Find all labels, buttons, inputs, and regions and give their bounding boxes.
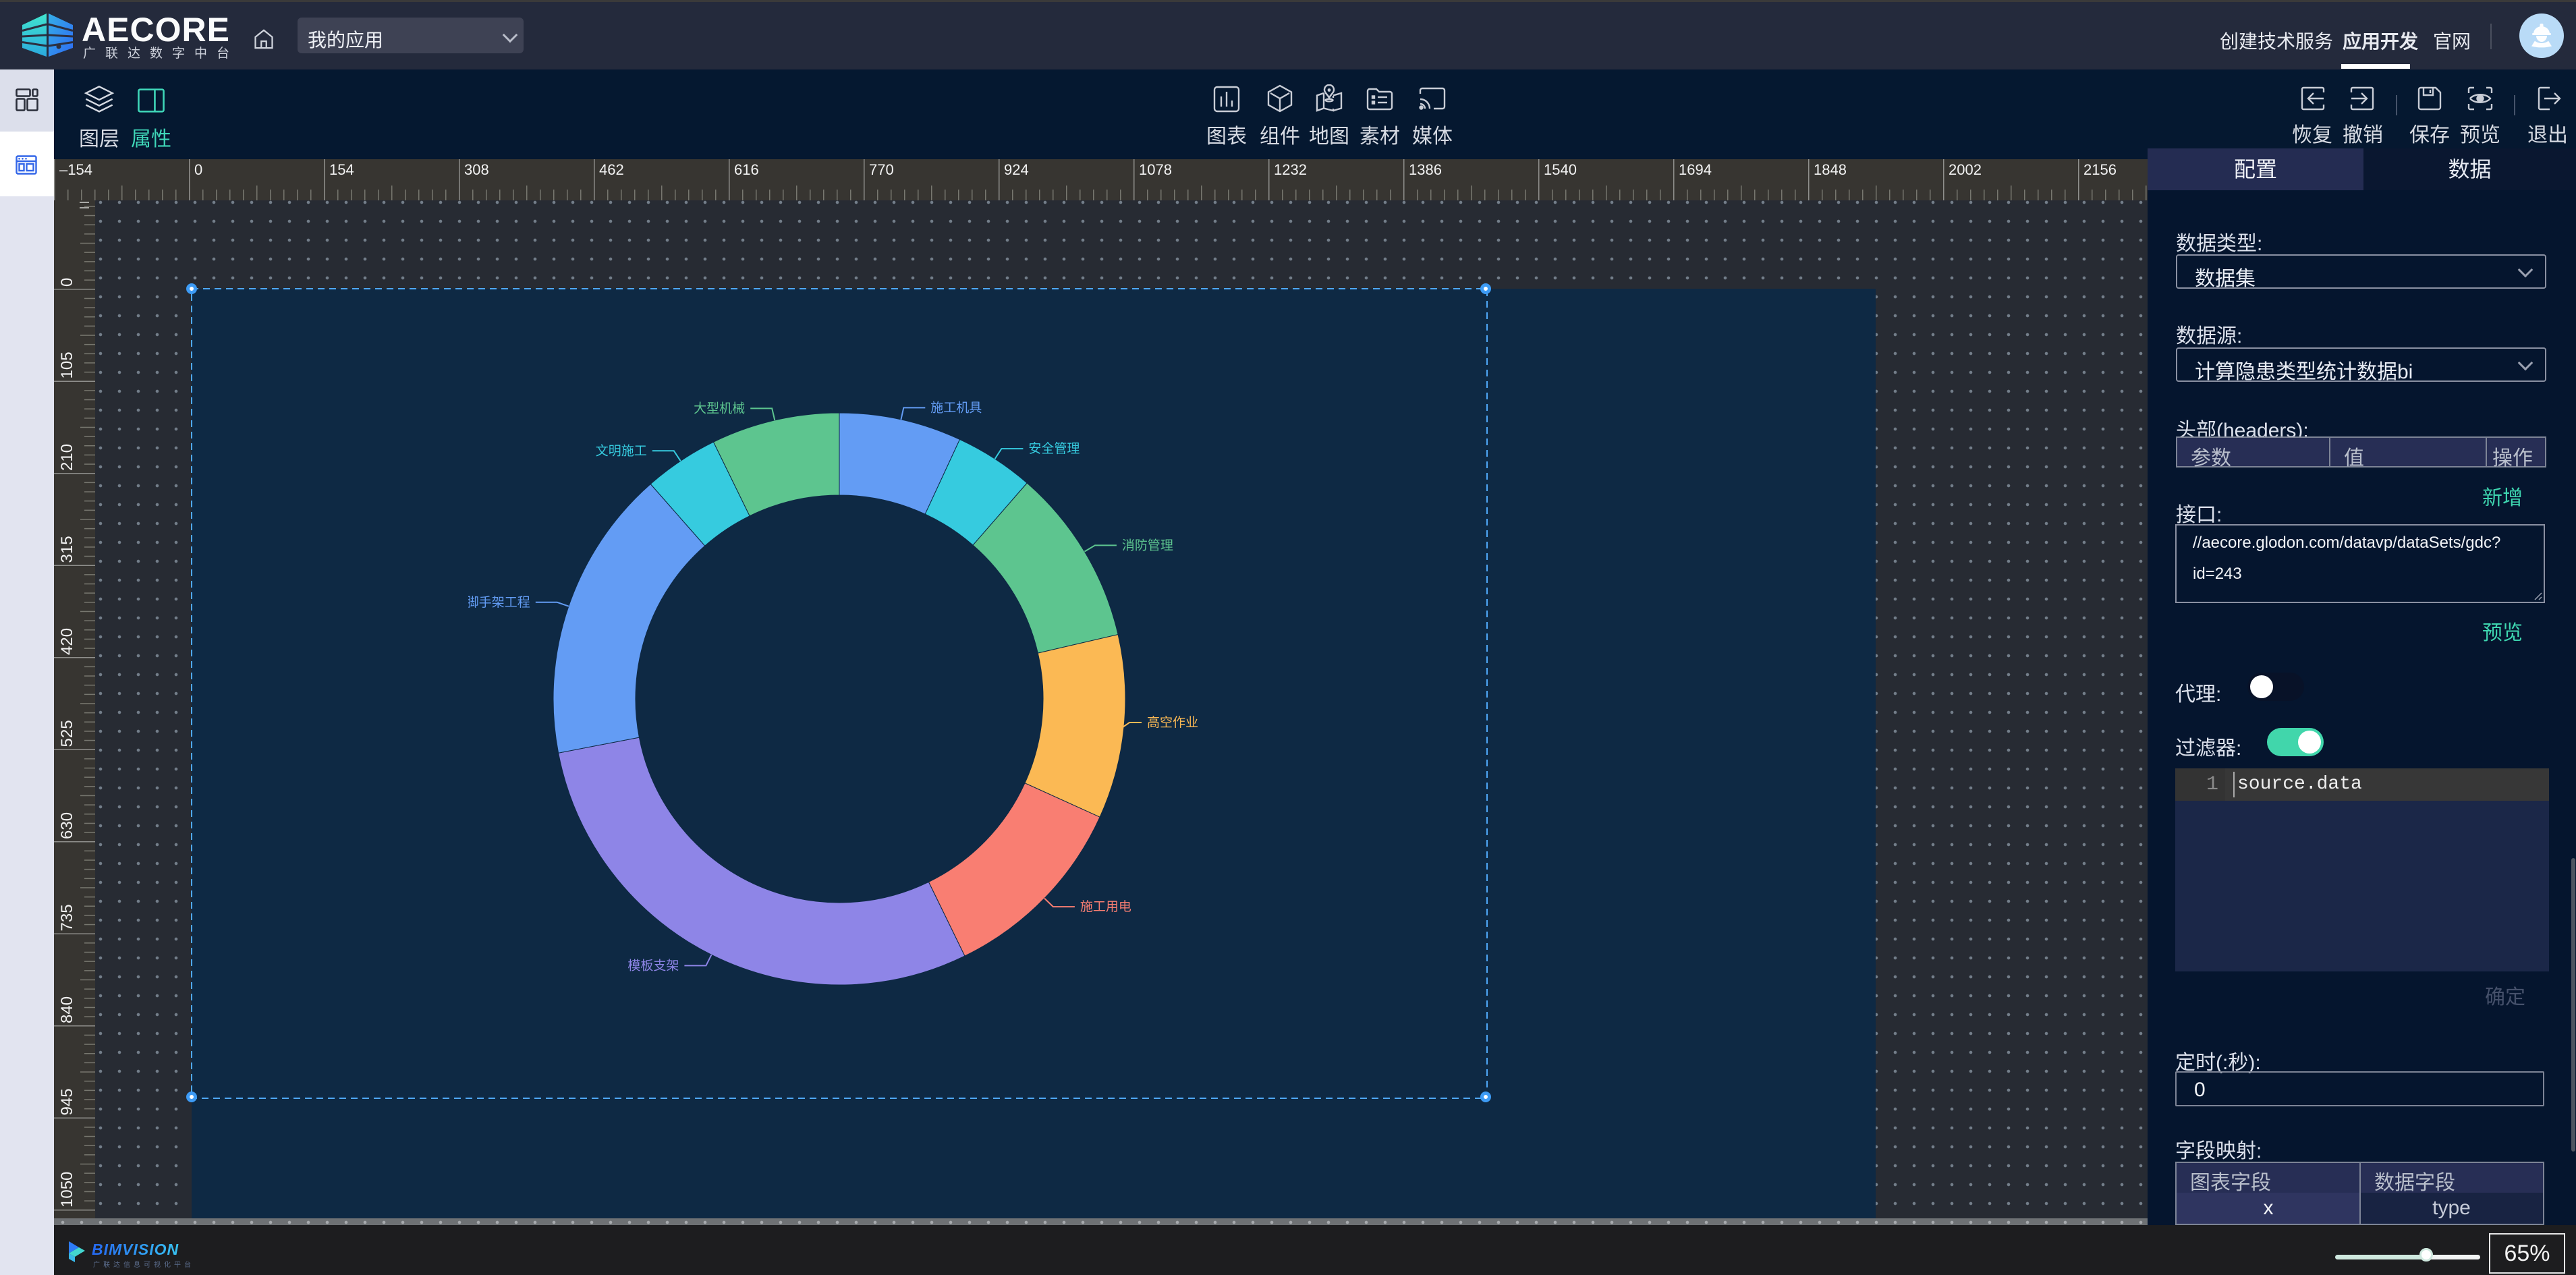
svg-text:105: 105 [58,351,76,378]
svg-text:1386: 1386 [1409,161,1442,178]
svg-text:1694: 1694 [1679,161,1712,178]
svg-text:210: 210 [58,444,76,471]
svg-text:525: 525 [58,720,76,747]
svg-text:1050: 1050 [58,1172,76,1208]
svg-text:945: 945 [58,1088,76,1115]
svg-text:308: 308 [464,161,489,178]
svg-text:1078: 1078 [1139,161,1172,178]
svg-text:1540: 1540 [1544,161,1577,178]
svg-text:315: 315 [58,536,76,563]
svg-text:770: 770 [869,161,894,178]
svg-text:1848: 1848 [1814,161,1847,178]
svg-text:1232: 1232 [1274,161,1307,178]
svg-text:2002: 2002 [1949,161,1982,178]
svg-text:616: 616 [734,161,759,178]
svg-text:420: 420 [58,628,76,655]
svg-text:840: 840 [58,996,76,1023]
svg-text:924: 924 [1004,161,1029,178]
svg-text:735: 735 [58,904,76,931]
svg-text:154: 154 [329,161,354,178]
svg-text:462: 462 [599,161,624,178]
svg-text:0: 0 [194,161,202,178]
svg-text:2156: 2156 [2083,161,2117,178]
svg-text:–154: –154 [59,161,92,178]
svg-text:0: 0 [58,278,76,287]
svg-text:630: 630 [58,812,76,839]
